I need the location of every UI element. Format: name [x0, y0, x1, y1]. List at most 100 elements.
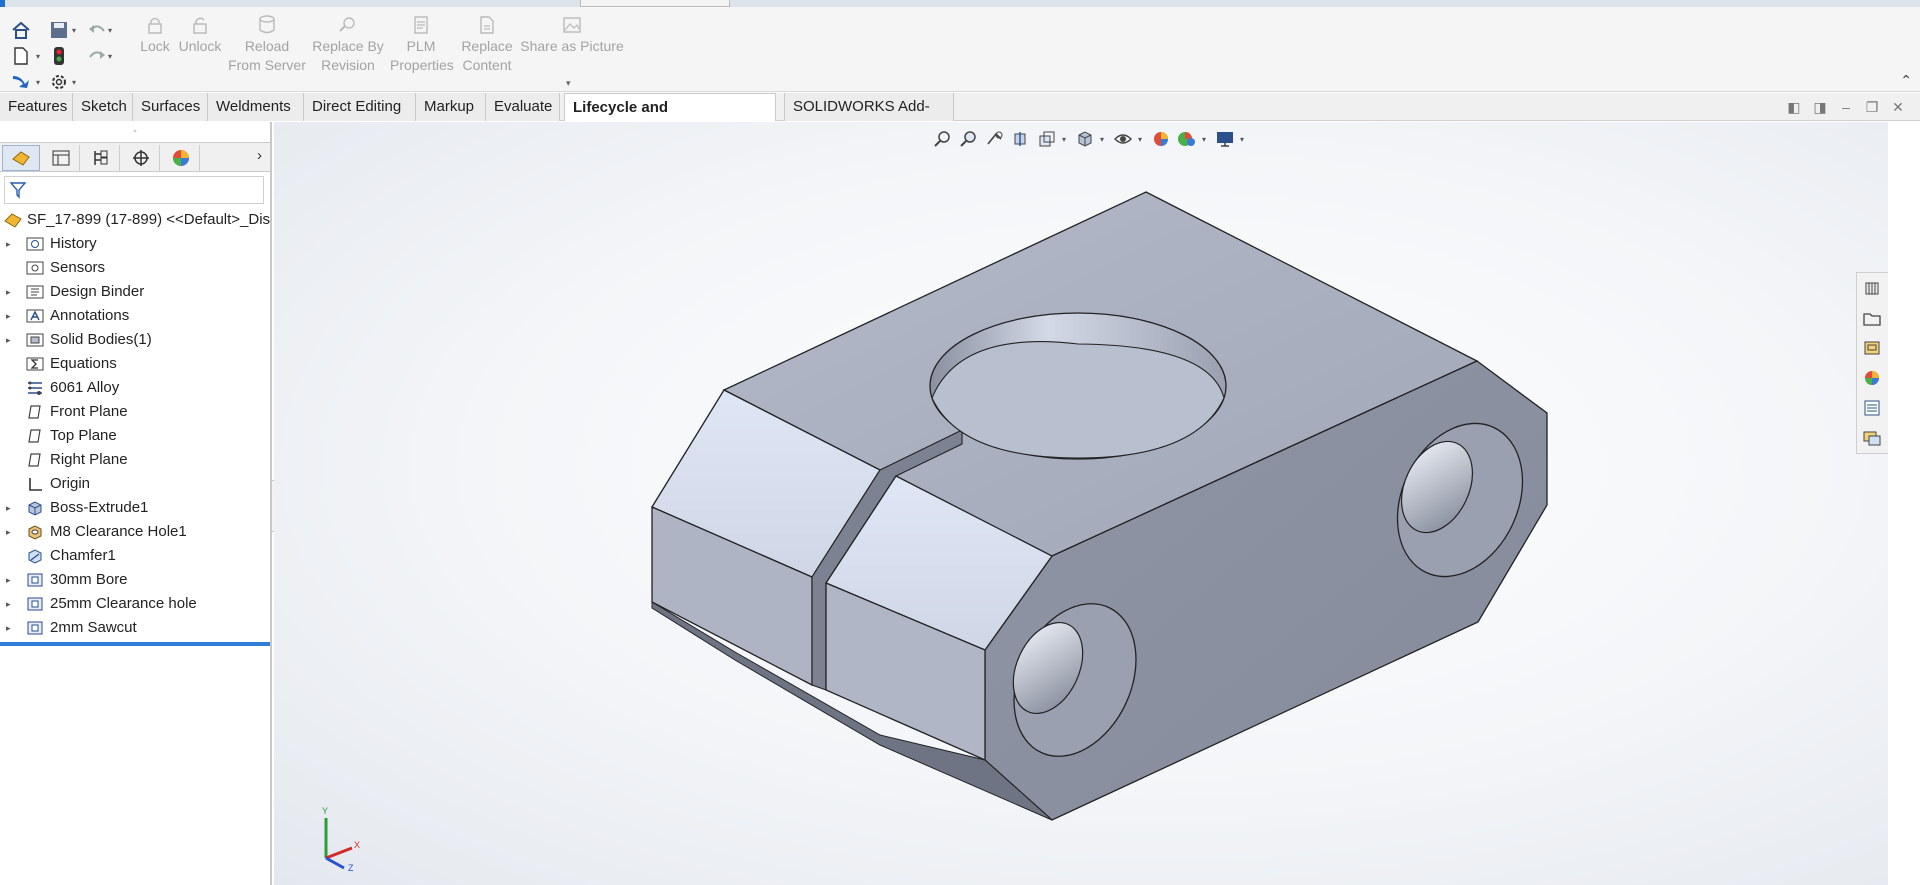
tree-item[interactable]: Right Plane	[0, 448, 270, 472]
home-icon[interactable]	[10, 19, 32, 41]
redo-icon[interactable]	[86, 45, 108, 67]
appearances-scenes-icon[interactable]	[1857, 363, 1887, 393]
redo-dropdown-icon[interactable]: ▾	[108, 45, 116, 67]
tab-surfaces[interactable]: Surfaces	[133, 93, 208, 121]
appearance-pie-icon	[172, 150, 189, 166]
feature-manager-pane: ◦ › SF_17-899 (17-899) <<Default>_Disp ▸…	[0, 122, 272, 885]
tree-item-label: History	[50, 235, 97, 252]
tree-item[interactable]: ▸ M8 Clearance Hole1	[0, 520, 270, 544]
app-accent	[0, 0, 5, 7]
tree-item[interactable]: ▸ Annotations	[0, 304, 270, 328]
new-document-icon[interactable]	[10, 45, 32, 67]
expand-arrow-icon[interactable]: ▸	[6, 304, 16, 328]
part-icon	[4, 213, 22, 228]
equations-icon	[26, 357, 44, 371]
tab-features[interactable]: Features	[0, 93, 73, 121]
configuration-manager-tab[interactable]	[82, 145, 120, 171]
select-dropdown-icon[interactable]: ▾	[36, 71, 44, 93]
tree-item-label: Right Plane	[50, 451, 128, 468]
tree-item[interactable]: Origin	[0, 472, 270, 496]
feature-manager-tab[interactable]	[2, 145, 40, 171]
tree-item[interactable]: ▸ 2mm Sawcut	[0, 616, 270, 640]
replace-content-button[interactable]: Replace Content	[458, 15, 516, 75]
expand-arrow-icon[interactable]: ▸	[6, 520, 16, 544]
rollback-bar[interactable]	[0, 642, 270, 646]
restore-window-icon[interactable]: ❐	[1860, 93, 1884, 121]
expand-arrow-icon[interactable]: ▸	[6, 616, 16, 640]
new-dropdown-icon[interactable]: ▾	[36, 45, 44, 67]
tree-item[interactable]: Equations	[0, 352, 270, 376]
expand-tabs-chevron-icon[interactable]: ›	[257, 147, 262, 164]
tree-item[interactable]: Front Plane	[0, 400, 270, 424]
tile-right-icon[interactable]: ◨	[1808, 93, 1832, 121]
manager-tabs: ›	[0, 142, 270, 172]
rebuild-traffic-light-icon[interactable]	[48, 45, 70, 67]
tree-item[interactable]: ▸ Design Binder	[0, 280, 270, 304]
tab-lifecycle-and-collaboration[interactable]: Lifecycle and Collaboration	[564, 93, 776, 144]
expand-arrow-icon[interactable]: ▸	[6, 280, 16, 304]
save-dropdown-icon[interactable]: ▾	[72, 19, 80, 41]
solidworks-forum-icon[interactable]	[1857, 423, 1887, 453]
options-dropdown-icon[interactable]: ▾	[72, 71, 80, 93]
sensors-folder-icon	[26, 261, 44, 275]
reload-from-server-button[interactable]: Reload From Server	[228, 15, 306, 75]
share-as-picture-button[interactable]: Share as Picture	[520, 15, 624, 56]
replace-content-line2: Content	[462, 57, 512, 73]
tree-filter-field[interactable]	[4, 176, 264, 204]
tree-root-part[interactable]: SF_17-899 (17-899) <<Default>_Disp	[0, 208, 270, 232]
options-gear-icon[interactable]	[48, 71, 70, 93]
graphics-area[interactable]: ▾ ▾ ▾ ▾ ▾ Y X Z	[274, 122, 1888, 885]
tree-item-label: M8 Clearance Hole1	[50, 523, 187, 540]
collapse-ribbon-icon[interactable]: ⌃	[1900, 72, 1912, 89]
tree-item[interactable]: ▸ Boss-Extrude1	[0, 496, 270, 520]
tree-item[interactable]: ▸ 25mm Clearance hole	[0, 592, 270, 616]
tab-evaluate[interactable]: Evaluate	[486, 93, 560, 121]
dimxpert-manager-tab[interactable]	[122, 145, 160, 171]
origin-icon	[29, 478, 42, 491]
expand-arrow-icon[interactable]: ▸	[6, 328, 16, 352]
design-library-icon[interactable]	[1857, 303, 1887, 333]
tab-solidworks-add-ins[interactable]: SOLIDWORKS Add-Ins	[784, 93, 954, 143]
tree-item-label: Annotations	[50, 307, 130, 324]
unlock-button[interactable]: Unlock	[178, 15, 222, 56]
custom-properties-icon[interactable]	[1857, 393, 1887, 423]
lock-button[interactable]: Lock	[140, 15, 170, 56]
display-manager-tab[interactable]	[162, 145, 200, 171]
solidworks-resources-icon[interactable]	[1857, 273, 1887, 303]
undo-dropdown-icon[interactable]: ▾	[108, 19, 116, 41]
ribbon-overflow-icon[interactable]: ▾	[566, 78, 571, 89]
tree-item[interactable]: Chamfer1	[0, 544, 270, 568]
tree-item[interactable]: 6061 Alloy	[0, 376, 270, 400]
plm-properties-button[interactable]: PLM Properties	[390, 15, 454, 75]
select-arrow-icon[interactable]	[10, 71, 32, 93]
tree-item-label: 30mm Bore	[50, 571, 128, 588]
feature-manager-icon	[12, 151, 30, 166]
tree-item[interactable]: ▸ 30mm Bore	[0, 568, 270, 592]
tab-markup[interactable]: Markup	[416, 93, 486, 121]
property-manager-tab[interactable]	[42, 145, 80, 171]
pane-grip[interactable]: ◦	[0, 122, 270, 142]
tree-item[interactable]: Top Plane	[0, 424, 270, 448]
undo-icon[interactable]	[86, 19, 108, 41]
tree-item-label: Solid Bodies(1)	[50, 331, 152, 348]
close-window-icon[interactable]: ✕	[1886, 93, 1910, 121]
tab-sketch[interactable]: Sketch	[73, 93, 133, 121]
file-explorer-icon[interactable]	[1857, 333, 1887, 363]
expand-arrow-icon[interactable]: ▸	[6, 496, 16, 520]
expand-arrow-icon[interactable]: ▸	[6, 568, 16, 592]
tab-direct-editing[interactable]: Direct Editing	[304, 93, 416, 121]
plane-icon	[28, 429, 41, 443]
tree-item[interactable]: Sensors	[0, 256, 270, 280]
replace-by-revision-button[interactable]: Replace By Revision	[312, 15, 384, 75]
expand-arrow-icon[interactable]: ▸	[6, 232, 16, 256]
tree-item[interactable]: ▸ Solid Bodies(1)	[0, 328, 270, 352]
document-tab-stub[interactable]	[580, 0, 730, 7]
tree-item-label: 2mm Sawcut	[50, 619, 137, 636]
save-icon[interactable]	[48, 19, 70, 41]
tab-weldments[interactable]: Weldments	[208, 93, 304, 121]
tile-left-icon[interactable]: ◧	[1782, 93, 1806, 121]
tree-item[interactable]: ▸ History	[0, 232, 270, 256]
expand-arrow-icon[interactable]: ▸	[6, 592, 16, 616]
part-model-render[interactable]	[274, 122, 1888, 885]
minimize-window-icon[interactable]: –	[1834, 93, 1858, 121]
